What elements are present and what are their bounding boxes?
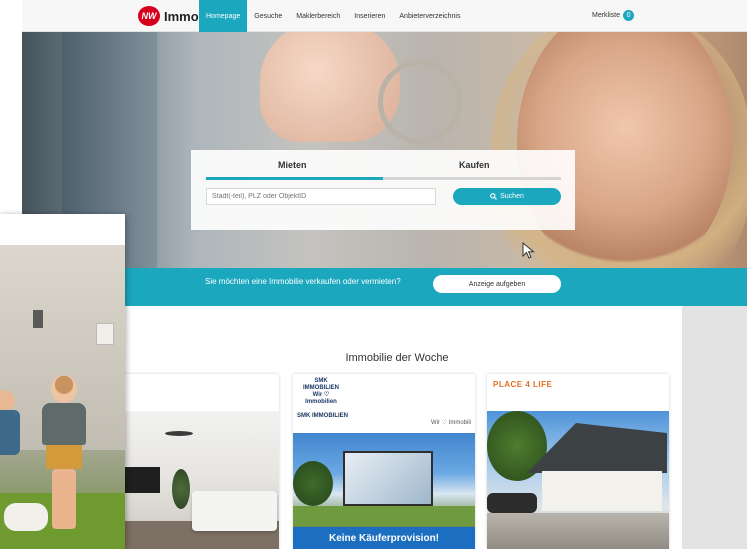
watchlist-label: Merkliste <box>592 12 621 19</box>
photo-trees <box>293 461 333 506</box>
property-photo-house <box>487 411 669 549</box>
top-navbar: NW Immo Homepage Gesuche Maklerbereich I… <box>22 0 747 32</box>
property-card[interactable]: PLACE 4 LIFE <box>487 374 669 549</box>
photo-tv <box>122 467 160 493</box>
nav-item-anbieterverzeichnis[interactable]: Anbieterverzeichnis <box>392 0 467 32</box>
photo-lawn <box>293 506 475 526</box>
location-search-input[interactable] <box>206 188 436 205</box>
right-gutter <box>682 306 747 549</box>
agency-logo-name: SMK IMMOBILIEN <box>303 378 339 391</box>
photo-child <box>0 390 28 480</box>
property-card[interactable]: SMK IMMOBILIEN Wir ♡ Immobilien SMK IMMO… <box>293 374 475 549</box>
photo-child-head <box>0 390 15 412</box>
tab-indicator-active <box>206 177 383 180</box>
card-header: SMK IMMOBILIEN Wir ♡ Immobilien <box>293 374 475 411</box>
card-header: PLACE 4 LIFE <box>487 374 669 411</box>
photo-boy-head <box>51 375 77 403</box>
photo-wall-vent <box>96 323 114 345</box>
photo-boy-legs <box>52 469 76 529</box>
photo-wordmark-tagline: Wir ♡ Immobili <box>430 420 471 426</box>
mouse-pointer-icon <box>522 242 535 259</box>
property-photo-conservatory: SMK IMMOBILIEN Wir ♡ Immobili Keine Käuf… <box>293 411 475 549</box>
section-title: Immobilie der Woche <box>345 352 449 364</box>
watchlist-count-badge: 0 <box>623 10 635 21</box>
tab-mieten[interactable]: Mieten <box>278 160 307 170</box>
tab-indicator-track <box>206 177 561 180</box>
sell-rent-cta-band: Sie möchten eine Immobilie verkaufen ode… <box>22 268 747 306</box>
photo-wordmark-agency: SMK IMMOBILIEN <box>297 413 348 419</box>
agency-logo-tagline: Wir ♡ Immobilien <box>305 392 337 405</box>
overlapping-window[interactable] <box>0 214 125 549</box>
photo-boy-shorts <box>46 445 82 469</box>
agency-logo: PLACE 4 LIFE <box>493 380 553 389</box>
main-nav: Homepage Gesuche Maklerbereich Inseriere… <box>199 0 467 32</box>
nav-item-maklerbereich[interactable]: Maklerbereich <box>289 0 347 32</box>
photo-driveway <box>487 513 669 549</box>
photo-roof <box>527 423 667 473</box>
photo-child-shirt <box>0 410 20 455</box>
hero-hand <box>260 32 400 142</box>
search-button-label: Suchen <box>500 193 524 200</box>
photo-plant <box>172 469 190 509</box>
search-panel: Mieten Kaufen Suchen <box>191 150 575 230</box>
photo-lamp <box>165 431 193 436</box>
photo-boy-shirt <box>42 403 86 445</box>
commission-banner: Keine Käuferprovision! <box>293 527 475 549</box>
agency-logo: SMK IMMOBILIEN Wir ♡ Immobilien <box>303 378 339 406</box>
photo-wall <box>542 471 662 511</box>
cta-text: Sie möchten eine Immobilie verkaufen ode… <box>205 277 401 286</box>
site-logo[interactable]: NW Immo <box>138 6 199 26</box>
brand-badge-icon: NW <box>138 6 160 26</box>
watchlist-link[interactable]: Merkliste 0 <box>592 10 635 21</box>
search-button[interactable]: Suchen <box>453 188 561 205</box>
photo-sofa <box>192 491 277 531</box>
brand-name: Immo <box>164 8 199 24</box>
search-icon <box>490 193 498 200</box>
photo-wall-lantern <box>33 310 43 328</box>
nav-item-inserieren[interactable]: Inserieren <box>347 0 392 32</box>
photo-dog <box>4 503 48 531</box>
nav-item-homepage[interactable]: Homepage <box>199 0 248 32</box>
post-ad-button[interactable]: Anzeige aufgeben <box>433 275 561 293</box>
photo-conservatory <box>343 451 433 506</box>
tab-kaufen[interactable]: Kaufen <box>459 160 490 170</box>
photo-wordmark: SMK IMMOBILIEN Wir ♡ Immobili <box>293 411 475 433</box>
hero-image: Mieten Kaufen Suchen <box>22 32 747 268</box>
family-photo <box>0 245 125 549</box>
hero-keyring <box>378 60 462 144</box>
real-estate-homepage: NW Immo Homepage Gesuche Maklerbereich I… <box>22 0 747 549</box>
nav-item-gesuche[interactable]: Gesuche <box>247 0 289 32</box>
photo-car <box>487 493 537 513</box>
